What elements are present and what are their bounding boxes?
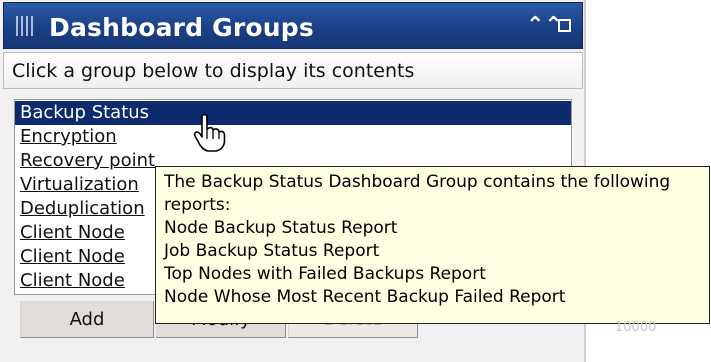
instruction-text: Click a group below to display its conte… <box>12 60 415 82</box>
panel-title: Dashboard Groups <box>49 13 314 42</box>
tooltip-line: The Backup Status Dashboard Group contai… <box>164 172 671 192</box>
tooltip-line: Job Backup Status Report <box>164 241 380 261</box>
group-item-backup-status[interactable]: Backup Status <box>15 101 571 125</box>
hand-pointer-icon <box>193 113 226 152</box>
add-button[interactable]: Add <box>20 301 154 338</box>
instruction-bar: Click a group below to display its conte… <box>3 52 583 89</box>
panel-titlebar: Dashboard Groups ⌃⌃ <box>3 2 583 49</box>
group-item-encryption[interactable]: Encryption <box>15 125 571 149</box>
tooltip-line: Top Nodes with Failed Backups Report <box>164 264 486 284</box>
maximize-icon[interactable] <box>558 19 571 32</box>
tooltip-line: Node Whose Most Recent Backup Failed Rep… <box>164 287 566 307</box>
grip-icon[interactable] <box>16 16 36 36</box>
background-text-fragment: 10000 <box>615 320 657 335</box>
tooltip-line: Node Backup Status Report <box>164 218 398 238</box>
collapse-icon[interactable]: ⌃⌃ <box>526 12 563 40</box>
group-tooltip: The Backup Status Dashboard Group contai… <box>155 166 710 324</box>
tooltip-line: reports: <box>164 195 231 215</box>
